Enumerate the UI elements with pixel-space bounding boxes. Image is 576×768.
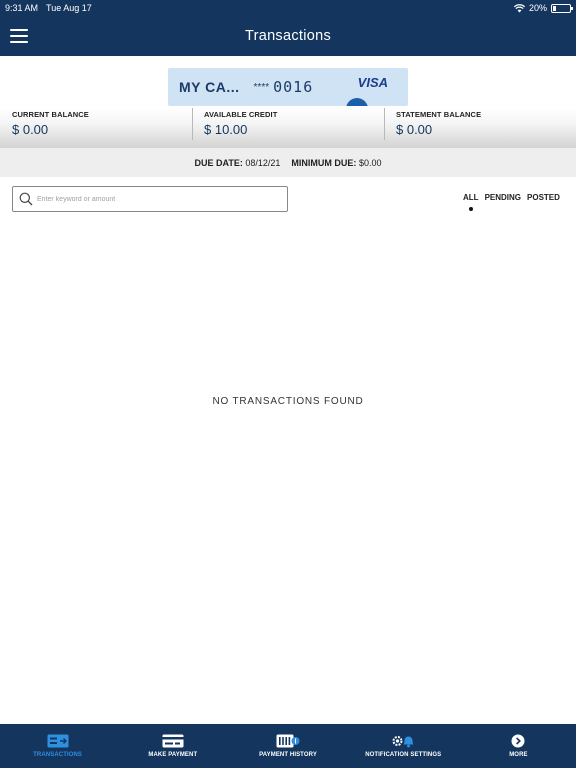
search-icon	[19, 192, 33, 206]
search-box[interactable]	[12, 186, 288, 212]
status-time: 9:31 AM	[5, 3, 39, 13]
battery-percent: 20%	[528, 3, 547, 13]
search-input[interactable]	[37, 195, 267, 203]
menu-icon[interactable]	[10, 29, 28, 43]
tab-transactions-label: TRANSACTIONS	[33, 752, 83, 758]
available-credit: AVAILABLE CREDIT $ 10.00	[192, 108, 384, 148]
notification-settings-icon	[392, 736, 414, 748]
tab-make-payment-label: MAKE PAYMENT	[148, 752, 198, 758]
statement-balance-label: STATEMENT BALANCE	[396, 110, 482, 119]
transactions-icon	[47, 734, 69, 748]
visa-logo: VISA	[357, 75, 388, 90]
card-carousel: MY CA... **** 0016 VISA	[0, 56, 576, 108]
statement-balance-value: $ 0.00	[396, 122, 433, 137]
card-name: MY CA...	[179, 79, 240, 95]
due-date-label: DUE DATE:	[194, 157, 243, 168]
balance-summary: CURRENT BALANCE $ 0.00 AVAILABLE CREDIT …	[0, 108, 576, 148]
card-number-mask: ****	[253, 81, 270, 93]
tab-notification-settings[interactable]: NOTIFICATION SETTINGS	[346, 724, 461, 768]
card-icon	[162, 734, 184, 748]
tab-make-payment[interactable]: MAKE PAYMENT	[115, 724, 230, 768]
due-info-bar: DUE DATE: 08/12/21 MINIMUM DUE: $0.00	[0, 148, 576, 177]
credit-card[interactable]: MY CA... **** 0016 VISA	[168, 68, 408, 106]
available-credit-label: AVAILABLE CREDIT	[204, 110, 278, 119]
empty-state-message: NO TRANSACTIONS FOUND	[212, 396, 364, 407]
nav-bar: Transactions	[0, 16, 576, 56]
tab-payment-history-label: PAYMENT HISTORY	[259, 752, 317, 758]
current-balance-value: $ 0.00	[12, 122, 49, 137]
battery-level	[553, 5, 556, 11]
tab-transactions[interactable]: TRANSACTIONS	[0, 724, 115, 768]
wifi-icon	[513, 3, 525, 12]
status-right: 20%	[513, 3, 573, 13]
minimum-due-label: MINIMUM DUE:	[291, 157, 357, 168]
card-indicator-dot	[346, 98, 368, 106]
statement-balance: STATEMENT BALANCE $ 0.00	[384, 108, 576, 148]
tab-more-label: MORE	[509, 752, 528, 758]
status-date: Tue Aug 17	[46, 3, 92, 13]
current-balance: CURRENT BALANCE $ 0.00	[0, 108, 192, 148]
card-last-four: 0016	[273, 78, 314, 96]
tab-notification-settings-label: NOTIFICATION SETTINGS	[365, 752, 442, 758]
current-balance-label: CURRENT BALANCE	[12, 110, 89, 119]
filter-pending[interactable]: PENDING	[482, 193, 524, 202]
status-bar: 9:31 AM Tue Aug 17 20%	[0, 0, 576, 16]
more-icon	[511, 734, 525, 748]
minimum-due-value: $0.00	[358, 157, 382, 168]
page-title: Transactions	[244, 28, 332, 44]
tab-more[interactable]: MORE	[461, 724, 576, 768]
tab-payment-history[interactable]: PAYMENT HISTORY	[230, 724, 345, 768]
filter-posted[interactable]: POSTED	[524, 193, 563, 202]
transaction-filter: ALL PENDING POSTED	[460, 193, 576, 211]
battery-icon	[551, 3, 573, 13]
payment-history-icon	[276, 734, 300, 748]
available-credit-value: $ 10.00	[204, 122, 248, 137]
filter-all[interactable]: ALL	[460, 193, 482, 211]
bottom-tab-bar: TRANSACTIONS MAKE PAYMENT PAYMENT HISTOR…	[0, 724, 576, 768]
due-date-value: 08/12/21	[245, 157, 281, 168]
